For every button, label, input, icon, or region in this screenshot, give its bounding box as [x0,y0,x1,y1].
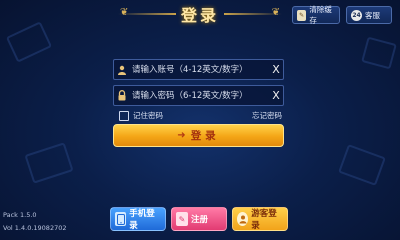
forgot-password-link[interactable]: 忘记密码 [252,110,282,121]
user-icon [114,65,130,75]
ornament-icon: ❦ [120,7,129,18]
guest-login-label: 游客登录 [251,209,277,231]
vol-version: Vol 1.4.0.19082702 [3,224,67,232]
login-button-label: 登录 [190,130,220,142]
login-button[interactable]: ➜ 登录 [113,124,284,147]
phone-login-label: 手机登录 [129,209,155,231]
clear-cache-label: 清除缓存 [309,5,332,25]
phone-icon [115,212,127,226]
edit-icon: ✎ [176,212,188,226]
broom-icon: ✎ [297,9,307,21]
username-field: X [113,59,284,80]
clear-cache-button[interactable]: ✎ 清除缓存 [292,5,340,25]
guest-login-button[interactable]: 游客登录 [232,207,288,231]
customer-service-button[interactable]: 24 客服 [346,6,392,24]
clear-password-button[interactable]: X [269,89,283,102]
service-24-icon: 24 [351,9,362,21]
customer-service-label: 客服 [365,10,380,20]
background-card-decoration [361,36,397,70]
phone-login-button[interactable]: 手机登录 [110,207,166,231]
remember-password-label: 记住密码 [133,111,163,120]
clear-username-button[interactable]: X [269,63,283,76]
remember-password-checkbox[interactable] [119,110,129,121]
ornament-icon: ❦ [271,7,280,18]
password-input[interactable] [130,86,269,105]
pack-version: Pack 1.5.0 [3,211,37,219]
lock-icon [114,90,130,101]
background-card-decoration [338,144,386,186]
login-arrow-icon: ➜ [177,130,186,141]
guest-icon [237,212,249,226]
password-field: X [113,85,284,106]
title-banner: ❦ 登录 ❦ [118,0,282,28]
top-bar: ❦ 登录 ❦ ✎ 清除缓存 24 客服 [0,0,400,28]
username-input[interactable] [130,60,269,79]
register-label: 注册 [191,215,209,225]
background-card-decoration [24,142,74,184]
register-button[interactable]: ✎ 注册 [171,207,227,231]
page-title: 登录 [180,6,219,25]
remember-password-option[interactable]: 记住密码 [119,110,163,121]
